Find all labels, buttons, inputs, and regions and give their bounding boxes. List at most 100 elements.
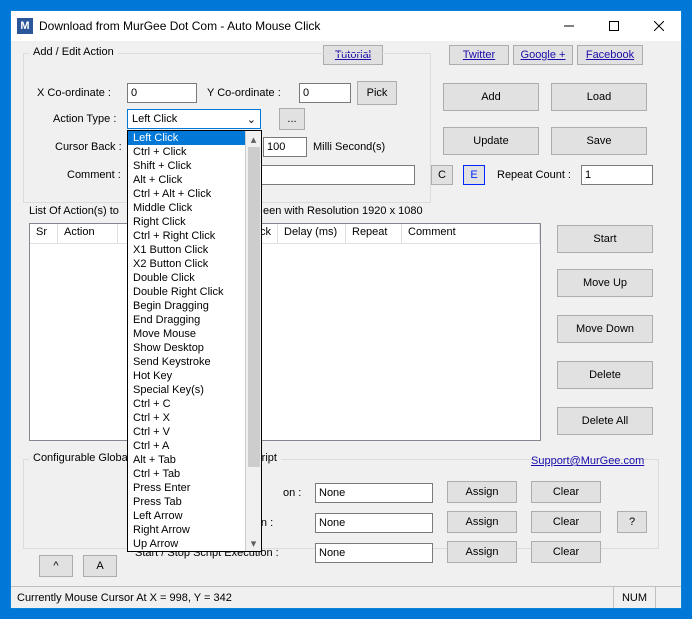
clear2-button[interactable]: Clear (531, 511, 601, 533)
support-link[interactable]: Support@MurGee.com (531, 455, 644, 467)
dropdown-item[interactable]: Ctrl + Tab (128, 467, 245, 481)
dropdown-item[interactable]: Ctrl + Right Click (128, 229, 245, 243)
clear3-button[interactable]: Clear (531, 541, 601, 563)
titlebar: M Download from MurGee Dot Com - Auto Mo… (11, 11, 681, 41)
dropdown-item[interactable]: Special Key(s) (128, 383, 245, 397)
delete-button[interactable]: Delete (557, 361, 653, 389)
comment-label: Comment : (67, 169, 121, 181)
dropdown-item[interactable]: Up Arrow (128, 537, 245, 551)
action-type-label: Action Type : (53, 113, 116, 125)
dropdown-item[interactable]: Shift + Click (128, 159, 245, 173)
window-title: Download from MurGee Dot Com - Auto Mous… (39, 19, 546, 33)
dropdown-item[interactable]: Begin Dragging (128, 299, 245, 313)
scroll-thumb[interactable] (248, 147, 260, 467)
dropdown-item[interactable]: Hot Key (128, 369, 245, 383)
delay-input[interactable] (263, 137, 307, 157)
cursor-back-label: Cursor Back : (55, 141, 122, 153)
dropdown-item[interactable]: Right Click (128, 215, 245, 229)
dropdown-item[interactable]: Send Keystroke (128, 355, 245, 369)
minimize-button[interactable] (546, 11, 591, 41)
hotkey2-input[interactable] (315, 513, 433, 533)
hotkey-group (23, 459, 659, 549)
assign1-button[interactable]: Assign (447, 481, 517, 503)
c-button[interactable]: C (431, 165, 453, 185)
dropdown-item[interactable]: Press Tab (128, 495, 245, 509)
assign2-button[interactable]: Assign (447, 511, 517, 533)
hotkey1-input[interactable] (315, 483, 433, 503)
col-repeat[interactable]: Repeat (346, 224, 402, 244)
col-action[interactable]: Action (58, 224, 118, 244)
maximize-button[interactable] (591, 11, 636, 41)
dropdown-item[interactable]: Left Arrow (128, 509, 245, 523)
x-label: X Co-ordinate : (37, 87, 111, 99)
action-table[interactable]: Sr Action ck Delay (ms) Repeat Comment (29, 223, 541, 441)
action-type-combo[interactable]: Left Click ⌄ (127, 109, 261, 129)
col-sr[interactable]: Sr (30, 224, 58, 244)
close-icon (654, 21, 664, 31)
minimize-icon (564, 21, 574, 31)
update-button[interactable]: Update (443, 127, 539, 155)
scroll-down-icon[interactable]: ▾ (246, 535, 261, 551)
assign3-button[interactable]: Assign (447, 541, 517, 563)
dropdown-item[interactable]: Double Right Click (128, 285, 245, 299)
dropdown-item[interactable]: Ctrl + Click (128, 145, 245, 159)
dropdown-item[interactable]: Ctrl + Alt + Click (128, 187, 245, 201)
x-input[interactable] (127, 83, 197, 103)
add-edit-group-label: Add / Edit Action (29, 46, 118, 58)
resolution-label: een with Resolution 1920 x 1080 (263, 205, 423, 217)
dropdown-item[interactable]: Alt + Tab (128, 453, 245, 467)
dropdown-item[interactable]: Press Enter (128, 481, 245, 495)
status-empty (655, 587, 675, 608)
add-button[interactable]: Add (443, 83, 539, 111)
dropdown-item[interactable]: Ctrl + A (128, 439, 245, 453)
dropdown-scrollbar[interactable]: ▴ ▾ (245, 131, 261, 551)
col-delay[interactable]: Delay (ms) (278, 224, 346, 244)
dropdown-item[interactable]: Alt + Click (128, 173, 245, 187)
dropdown-item[interactable]: Middle Click (128, 201, 245, 215)
dropdown-item[interactable]: Show Desktop (128, 341, 245, 355)
dropdown-item[interactable]: End Dragging (128, 313, 245, 327)
save-button[interactable]: Save (551, 127, 647, 155)
repeat-input[interactable] (581, 165, 653, 185)
google-link[interactable]: Google + (513, 45, 573, 65)
dropdown-item[interactable]: X2 Button Click (128, 257, 245, 271)
dropdown-item[interactable]: Move Mouse (128, 327, 245, 341)
action-type-value: Left Click (132, 113, 177, 125)
status-bar: Currently Mouse Cursor At X = 998, Y = 3… (11, 586, 681, 608)
twitter-link[interactable]: Twitter (449, 45, 509, 65)
dropdown-item[interactable]: Ctrl + V (128, 425, 245, 439)
e-button[interactable]: E (463, 165, 485, 185)
scroll-up-icon[interactable]: ▴ (246, 131, 261, 147)
dropdown-item[interactable]: X1 Button Click (128, 243, 245, 257)
facebook-link[interactable]: Facebook (577, 45, 643, 65)
action-type-more-button[interactable]: ... (279, 108, 305, 130)
pick-button[interactable]: Pick (357, 81, 397, 105)
load-button[interactable]: Load (551, 83, 647, 111)
app-window: M Download from MurGee Dot Com - Auto Mo… (10, 10, 682, 609)
col-comment[interactable]: Comment (402, 224, 540, 244)
dropdown-items: Left ClickCtrl + ClickShift + ClickAlt +… (128, 131, 245, 551)
caret-button[interactable]: ^ (39, 555, 73, 577)
dropdown-item[interactable]: Ctrl + X (128, 411, 245, 425)
dropdown-item[interactable]: Double Click (128, 271, 245, 285)
dropdown-item[interactable]: Right Arrow (128, 523, 245, 537)
repeat-count-label: Repeat Count : (497, 169, 571, 181)
status-left: Currently Mouse Cursor At X = 998, Y = 3… (17, 592, 613, 604)
help-button[interactable]: ? (617, 511, 647, 533)
dropdown-item[interactable]: Left Click (128, 131, 245, 145)
move-up-button[interactable]: Move Up (557, 269, 653, 297)
action-type-dropdown[interactable]: Left ClickCtrl + ClickShift + ClickAlt +… (127, 130, 262, 552)
close-button[interactable] (636, 11, 681, 41)
delete-all-button[interactable]: Delete All (557, 407, 653, 435)
hotkey3-input[interactable] (315, 543, 433, 563)
start-button[interactable]: Start (557, 225, 653, 253)
y-label: Y Co-ordinate : (207, 87, 281, 99)
maximize-icon (609, 21, 619, 31)
y-input[interactable] (299, 83, 351, 103)
a-button[interactable]: A (83, 555, 117, 577)
list-of-label: List Of Action(s) to (29, 205, 119, 217)
move-down-button[interactable]: Move Down (557, 315, 653, 343)
dropdown-item[interactable]: Ctrl + C (128, 397, 245, 411)
clear1-button[interactable]: Clear (531, 481, 601, 503)
chevron-down-icon: ⌄ (247, 113, 256, 126)
